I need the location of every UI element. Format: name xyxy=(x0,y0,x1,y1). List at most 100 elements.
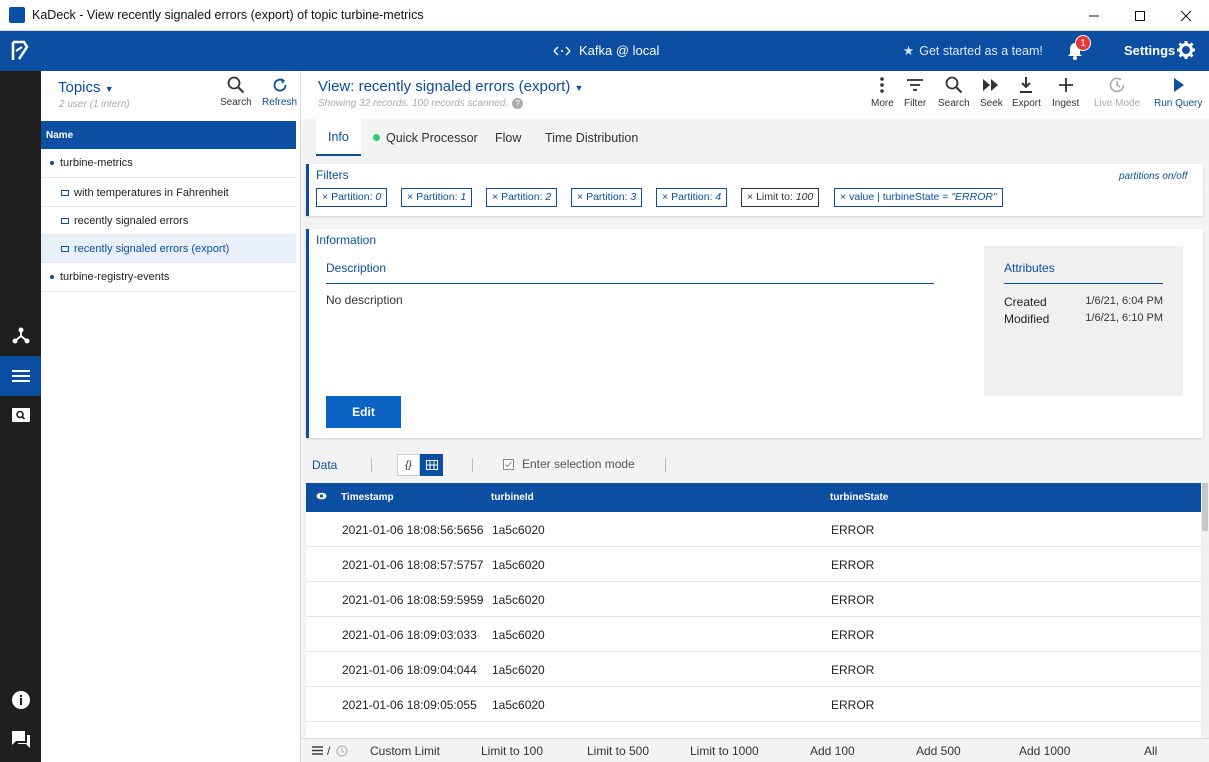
view-title-dropdown[interactable]: View: recently signaled errors (export) … xyxy=(318,78,583,95)
topics-search-button[interactable]: Search xyxy=(220,76,252,108)
search-button[interactable]: Search xyxy=(938,76,970,109)
table-row[interactable]: 2021-01-06 18:08:56:5656 1a5c6020 ERROR xyxy=(306,512,1203,547)
nav-info[interactable] xyxy=(0,680,41,720)
nav-search[interactable] xyxy=(0,395,41,435)
connection-selector[interactable]: Kafka @ local xyxy=(553,43,659,58)
view-recently-signaled-errors[interactable]: recently signaled errors xyxy=(41,207,296,235)
table-view-button[interactable] xyxy=(420,454,443,476)
table-row[interactable]: 2021-01-06 18:09:03:033 1a5c6020 ERROR xyxy=(306,617,1203,652)
connection-icon xyxy=(553,46,571,55)
list-limit-icon[interactable] xyxy=(312,746,323,755)
topics-refresh-button[interactable]: Refresh xyxy=(262,76,297,108)
filter-chip-limit[interactable]: × Limit to: 100 xyxy=(741,188,820,207)
filter-chip-value[interactable]: × value | turbineState = "ERROR" xyxy=(834,188,1003,207)
left-navigation xyxy=(0,71,41,762)
all-button[interactable]: All xyxy=(1144,744,1157,758)
caret-down-icon: ▼ xyxy=(574,83,584,93)
limit-100-button[interactable]: Limit to 100 xyxy=(481,744,543,758)
chat-icon xyxy=(11,731,30,748)
filter-chip-partition-4[interactable]: × Partition: 4 xyxy=(656,188,728,207)
nav-feedback[interactable] xyxy=(0,719,41,759)
plus-icon xyxy=(1058,78,1073,92)
settings-button[interactable] xyxy=(1177,41,1195,59)
records-table: Timestamp turbineId turbineState 2021-01… xyxy=(306,483,1203,741)
view-header: View: recently signaled errors (export) … xyxy=(301,71,1209,119)
table-row[interactable]: 2021-01-06 18:08:59:5959 1a5c6020 ERROR xyxy=(306,582,1203,617)
window-titlebar: KaDeck - View recently signaled errors (… xyxy=(0,0,1209,31)
filter-chip-partition-1[interactable]: × Partition: 1 xyxy=(401,188,473,207)
filter-chip-partition-0[interactable]: × Partition: 0 xyxy=(316,188,388,207)
table-scrollbar[interactable] xyxy=(1201,483,1209,741)
kadeck-logo[interactable] xyxy=(10,40,30,62)
nav-topics[interactable] xyxy=(0,356,41,396)
get-started-team-link[interactable]: ★ Get started as a team! xyxy=(903,43,1043,59)
data-toolbar: Data {} Enter selection mode xyxy=(301,450,1209,480)
limit-1000-button[interactable]: Limit to 1000 xyxy=(690,744,759,758)
live-mode-button[interactable]: Live Mode xyxy=(1094,76,1140,109)
app-topbar: Kafka @ local ★ Get started as a team! 1… xyxy=(0,31,1209,71)
more-button[interactable]: More xyxy=(871,76,894,109)
data-label: Data xyxy=(312,458,338,472)
table-row[interactable]: 2021-01-06 18:08:57:5757 1a5c6020 ERROR xyxy=(306,547,1203,582)
custom-limit-button[interactable]: Custom Limit xyxy=(370,744,440,758)
download-icon xyxy=(1020,77,1033,93)
kadeck-logo-icon xyxy=(11,40,29,60)
partitions-toggle[interactable]: partitions on/off xyxy=(1119,171,1187,182)
minimize-icon xyxy=(1089,15,1099,16)
online-dot-icon xyxy=(373,134,380,141)
tab-info[interactable]: Info xyxy=(316,119,361,156)
topic-turbine-metrics[interactable]: turbine-metrics xyxy=(41,149,296,178)
checkbox-icon xyxy=(503,458,514,470)
run-query-button[interactable]: Run Query xyxy=(1154,76,1202,109)
notification-badge: 1 xyxy=(1075,35,1091,51)
seek-button[interactable]: Seek xyxy=(980,76,1003,109)
attributes-header: Attributes xyxy=(1004,261,1163,284)
view-recently-signaled-errors-export[interactable]: recently signaled errors (export) xyxy=(41,235,296,263)
tab-flow[interactable]: Flow xyxy=(483,119,533,156)
list-icon xyxy=(11,370,30,382)
cluster-icon xyxy=(12,327,29,344)
description-text: No description xyxy=(326,293,403,307)
tab-quick-processor[interactable]: Quick Processor xyxy=(361,119,490,156)
maximize-icon xyxy=(1135,10,1145,21)
filter-button[interactable]: Filter xyxy=(904,76,926,109)
filter-chip-partition-2[interactable]: × Partition: 2 xyxy=(486,188,558,207)
nav-cluster[interactable] xyxy=(0,315,41,355)
add-100-button[interactable]: Add 100 xyxy=(810,744,855,758)
filter-chip-partition-3[interactable]: × Partition: 3 xyxy=(571,188,643,207)
topic-bullet-icon xyxy=(50,275,54,279)
name-column-header[interactable]: Name xyxy=(41,121,296,149)
view-with-temperatures[interactable]: with temperatures in Fahrenheit xyxy=(41,179,296,207)
window-title: KaDeck - View recently signaled errors (… xyxy=(32,8,424,22)
more-vertical-icon xyxy=(880,77,885,93)
topics-dropdown[interactable]: Topics ▼ xyxy=(58,79,114,96)
add-500-button[interactable]: Add 500 xyxy=(916,744,961,758)
col-timestamp[interactable]: Timestamp xyxy=(341,492,394,503)
time-limit-icon[interactable] xyxy=(336,745,348,757)
settings-link[interactable]: Settings xyxy=(1124,43,1175,58)
fast-forward-icon xyxy=(983,79,999,91)
minimize-button[interactable] xyxy=(1071,0,1117,31)
view-icon xyxy=(61,245,69,252)
selection-mode-toggle[interactable]: Enter selection mode xyxy=(503,457,635,471)
table-row[interactable]: 2021-01-06 18:09:05:055 1a5c6020 ERROR xyxy=(306,687,1203,722)
col-turbine-state[interactable]: turbineState xyxy=(830,492,888,503)
edit-button[interactable]: Edit xyxy=(326,396,401,428)
scrollbar-thumb[interactable] xyxy=(1202,483,1208,531)
export-button[interactable]: Export xyxy=(1012,76,1041,109)
view-tabs: Info Quick Processor Flow Time Distribut… xyxy=(301,119,1209,156)
ingest-button[interactable]: Ingest xyxy=(1052,76,1079,109)
history-icon xyxy=(1109,77,1125,93)
table-row[interactable]: 2021-01-06 18:09:04:044 1a5c6020 ERROR xyxy=(306,652,1203,687)
limit-500-button[interactable]: Limit to 500 xyxy=(587,744,649,758)
topic-turbine-registry-events[interactable]: turbine-registry-events xyxy=(41,263,296,292)
column-visibility-button[interactable] xyxy=(316,492,327,500)
col-turbine-id[interactable]: turbineId xyxy=(491,492,534,503)
maximize-button[interactable] xyxy=(1117,0,1163,31)
close-window-button[interactable] xyxy=(1163,0,1209,31)
json-view-button[interactable]: {} xyxy=(397,454,420,476)
tab-time-distribution[interactable]: Time Distribution xyxy=(533,119,650,156)
topic-bullet-icon xyxy=(50,161,54,165)
add-1000-button[interactable]: Add 1000 xyxy=(1019,744,1070,758)
footer-slash: / xyxy=(327,744,331,758)
